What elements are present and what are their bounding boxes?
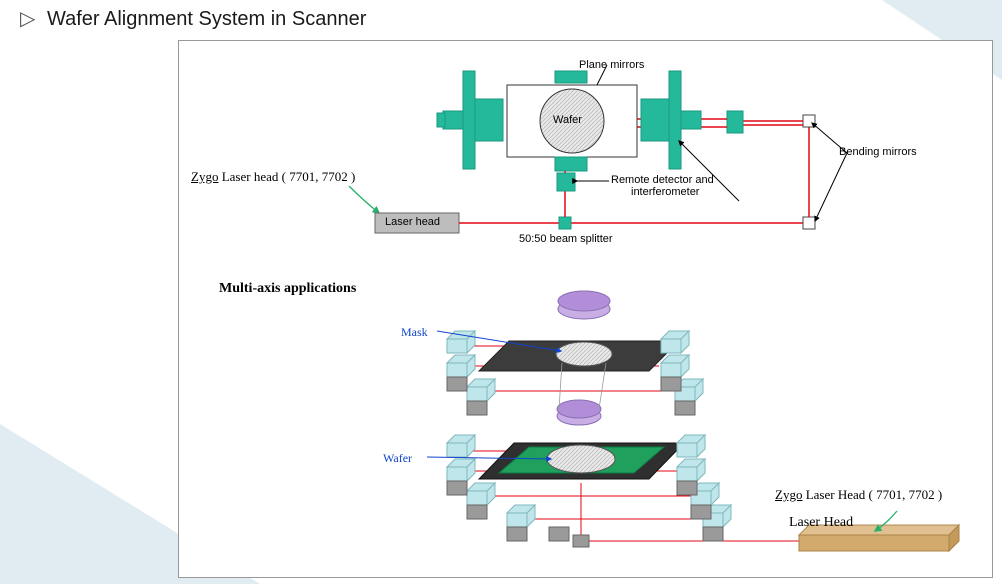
beam-splitter-label: 50:50 beam splitter (519, 233, 613, 245)
zygo-label-bottom: Zygo Laser Head ( 7701, 7702 ) (775, 487, 942, 503)
laser-head-box-label: Laser head (385, 216, 440, 228)
multi-axis-group (427, 291, 959, 551)
bending-mirrors-label: Bending mirrors (839, 146, 917, 158)
laser-head-label-bottom: Laser Head (789, 515, 853, 531)
zygo-prefix-bottom: Zygo (775, 487, 802, 502)
plane-mirrors-label: Plane mirrors (579, 59, 644, 71)
page-root: ▷ Wafer Alignment System in Scanner Zygo… (0, 0, 1002, 584)
wafer-arrow-label: Wafer (383, 451, 412, 466)
page-title-row: ▷ Wafer Alignment System in Scanner (20, 6, 366, 31)
triangle-bullet-icon: ▷ (20, 6, 35, 31)
remote-detector-label-2: interferometer (631, 186, 699, 198)
multi-axis-title: Multi-axis applications (219, 281, 356, 297)
zygo-rest-bottom: Laser Head ( 7701, 7702 ) (802, 487, 942, 502)
remote-detector-label-1: Remote detector and (611, 174, 714, 186)
mask-arrow-label: Mask (401, 325, 428, 340)
diagram-container: Zygo Laser head ( 7701, 7702 ) (178, 40, 993, 578)
wafer-label-top: Wafer (553, 114, 582, 126)
page-title: Wafer Alignment System in Scanner (47, 8, 366, 30)
